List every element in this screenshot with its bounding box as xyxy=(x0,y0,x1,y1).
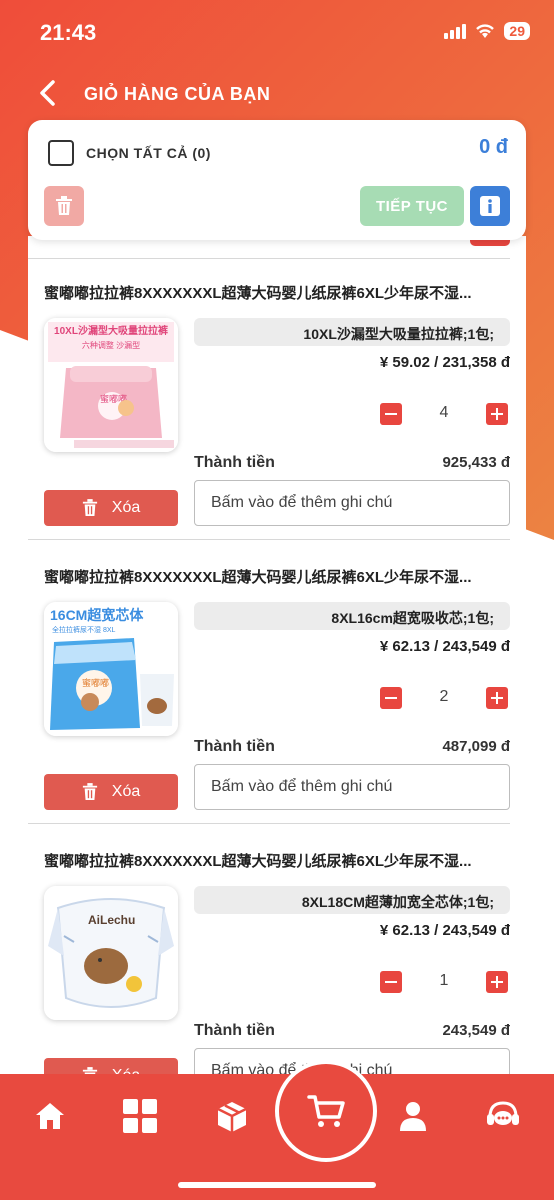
trash-icon xyxy=(56,196,72,215)
quantity-value[interactable]: 4 xyxy=(426,404,462,422)
delete-item-button[interactable]: Xóa xyxy=(44,490,178,526)
home-icon[interactable] xyxy=(30,1096,70,1136)
quantity-value[interactable]: 2 xyxy=(426,688,462,706)
grid-icon[interactable] xyxy=(120,1096,160,1136)
increase-quantity-button[interactable] xyxy=(486,403,508,425)
page-header: GIỎ HÀNG CỦA BẠN xyxy=(0,70,554,120)
decrease-quantity-button[interactable] xyxy=(380,971,402,993)
product-variant: 8XL16cm超宽吸收芯;1包; xyxy=(194,602,510,630)
trash-icon xyxy=(82,783,97,800)
status-time: 21:43 xyxy=(40,20,97,45)
svg-text:10XL沙漏型大吸量拉拉裤: 10XL沙漏型大吸量拉拉裤 xyxy=(54,324,168,337)
unit-price: ¥ 59.02 / 231,358 đ xyxy=(379,354,510,371)
subtotal-label: Thành tiền xyxy=(194,1022,275,1039)
wifi-icon xyxy=(476,24,495,38)
product-title[interactable]: 蜜嘟嘟拉拉裤8XXXXXXXL超薄大码婴儿纸尿裤6XL少年尿不湿... xyxy=(44,566,510,587)
cart-summary-card: CHỌN TẤT CẢ (0) 0 đ TIẾP TỤC xyxy=(28,120,526,240)
support-icon[interactable] xyxy=(483,1096,523,1136)
diaper-pack-image: 16CM超宽芯体 全拉拉裤尿不湿 8XL 蜜嘟嘟 xyxy=(44,602,178,736)
delete-label: Xóa xyxy=(111,783,141,800)
subtotal-value: 925,433 đ xyxy=(442,454,510,471)
product-variant: 10XL沙漏型大吸量拉拉裤;1包; xyxy=(194,318,510,346)
product-variant: 8XL18CM超薄加宽全芯体;1包; xyxy=(194,886,510,914)
svg-text:16CM超宽芯体: 16CM超宽芯体 xyxy=(50,607,144,623)
cart-nav-button[interactable] xyxy=(275,1060,377,1162)
select-all-checkbox[interactable] xyxy=(48,140,74,166)
info-button[interactable] xyxy=(470,186,510,226)
delete-label: Xóa xyxy=(111,499,141,516)
subtotal-value: 487,099 đ xyxy=(442,738,510,755)
delete-item-button[interactable]: Xóa xyxy=(44,774,178,810)
info-icon xyxy=(480,196,500,216)
divider xyxy=(28,539,510,540)
diaper-pack-image: 10XL沙漏型大吸量拉拉裤 六种调整 沙漏型 蜜嘟嘟 xyxy=(44,318,178,452)
subtotal-label: Thành tiền xyxy=(194,454,275,471)
user-icon[interactable] xyxy=(393,1096,433,1136)
increase-quantity-button[interactable] xyxy=(486,971,508,993)
page-title: GIỎ HÀNG CỦA BẠN xyxy=(84,84,271,104)
product-title[interactable]: 蜜嘟嘟拉拉裤8XXXXXXXL超薄大码婴儿纸尿裤6XL少年尿不湿... xyxy=(44,850,510,871)
subtotal-label: Thành tiền xyxy=(194,738,275,755)
battery-indicator: 29 xyxy=(504,22,530,40)
svg-text:全拉拉裤尿不湿 8XL: 全拉拉裤尿不湿 8XL xyxy=(52,625,116,634)
increase-quantity-button[interactable] xyxy=(486,687,508,709)
cart-item: 蜜嘟嘟拉拉裤8XXXXXXXL超薄大码婴儿纸尿裤6XL少年尿不湿... 10XL… xyxy=(28,272,526,556)
svg-text:AiLechu: AiLechu xyxy=(88,913,135,927)
trash-icon xyxy=(82,499,97,516)
cart-total: 0 đ xyxy=(479,136,508,158)
continue-button[interactable]: TIẾP TỤC xyxy=(360,186,464,226)
divider xyxy=(28,823,510,824)
decrease-quantity-button[interactable] xyxy=(380,687,402,709)
note-input[interactable]: Bấm vào để thêm ghi chú xyxy=(194,480,510,526)
quantity-value[interactable]: 1 xyxy=(426,972,462,990)
select-all-label[interactable]: CHỌN TẤT CẢ (0) xyxy=(86,145,211,161)
svg-text:六种调整 沙漏型: 六种调整 沙漏型 xyxy=(82,340,140,350)
bottom-navigation xyxy=(0,1060,554,1200)
unit-price: ¥ 62.13 / 243,549 đ xyxy=(379,922,510,939)
cart-item: 蜜嘟嘟拉拉裤8XXXXXXXL超薄大码婴儿纸尿裤6XL少年尿不湿... AiLe… xyxy=(28,840,526,1086)
decrease-quantity-button[interactable] xyxy=(380,403,402,425)
product-title[interactable]: 蜜嘟嘟拉拉裤8XXXXXXXL超薄大码婴儿纸尿裤6XL少年尿不湿... xyxy=(44,282,510,303)
unit-price: ¥ 62.13 / 243,549 đ xyxy=(379,638,510,655)
note-input[interactable]: Bấm vào để thêm ghi chú xyxy=(194,764,510,810)
signal-icon xyxy=(444,23,467,39)
cart-item: 蜜嘟嘟拉拉裤8XXXXXXXL超薄大码婴儿纸尿裤6XL少年尿不湿... 16CM… xyxy=(28,556,526,840)
product-image[interactable]: AiLechu xyxy=(44,886,178,1020)
home-indicator xyxy=(178,1182,376,1188)
svg-text:蜜嘟嘟: 蜜嘟嘟 xyxy=(82,677,109,688)
product-image[interactable]: 10XL沙漏型大吸量拉拉裤 六种调整 沙漏型 蜜嘟嘟 xyxy=(44,318,178,452)
box-icon[interactable] xyxy=(212,1096,252,1136)
subtotal-value: 243,549 đ xyxy=(442,1022,510,1039)
status-icons: 29 xyxy=(444,22,530,40)
divider xyxy=(28,258,510,259)
diaper-image: AiLechu xyxy=(44,886,178,1020)
delete-selected-button[interactable] xyxy=(44,186,84,226)
product-image[interactable]: 16CM超宽芯体 全拉拉裤尿不湿 8XL 蜜嘟嘟 xyxy=(44,602,178,736)
status-bar: 21:43 29 xyxy=(0,0,554,64)
cart-icon xyxy=(307,1095,345,1127)
cart-items-list[interactable]: 蜜嘟嘟拉拉裤8XXXXXXXL超薄大码婴儿纸尿裤6XL少年尿不湿... 10XL… xyxy=(28,236,526,1086)
back-arrow-icon[interactable] xyxy=(34,78,64,108)
